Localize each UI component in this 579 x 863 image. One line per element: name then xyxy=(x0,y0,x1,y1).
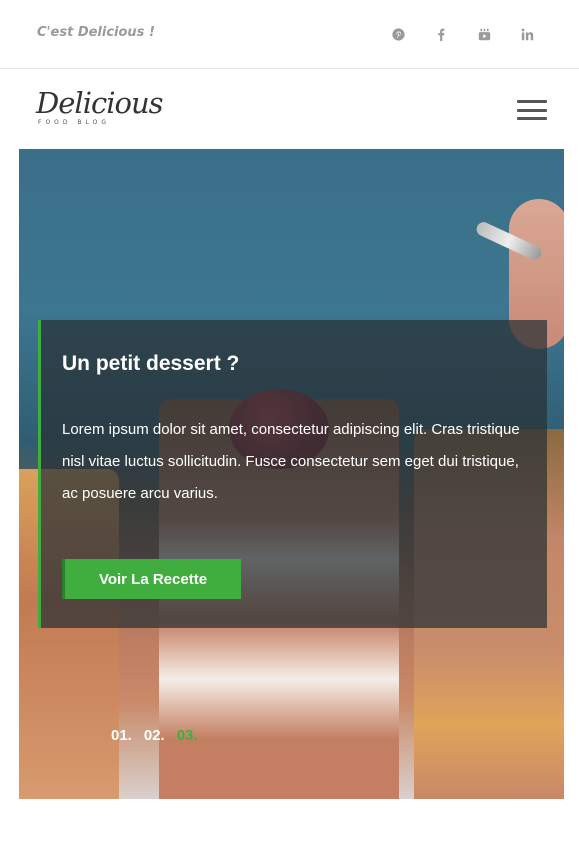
menu-icon-bar xyxy=(517,108,547,112)
logo[interactable]: Delicious FOOD BLOG xyxy=(36,87,163,126)
hero-slider: Un petit dessert ? Lorem ipsum dolor sit… xyxy=(19,149,564,799)
slide-title: Un petit dessert ? xyxy=(62,352,240,375)
menu-icon-bar xyxy=(517,100,547,103)
pager-item-1[interactable]: 01. xyxy=(111,727,132,744)
tagline: C'est Delicious ! xyxy=(37,25,155,40)
slide-text: Lorem ipsum dolor sit amet, consectetur … xyxy=(62,421,520,502)
site-header: Delicious FOOD BLOG xyxy=(0,70,579,149)
menu-icon-bar xyxy=(517,117,547,120)
logo-main-text: Delicious xyxy=(36,86,163,120)
pager-item-3[interactable]: 03. xyxy=(177,727,198,744)
menu-icon[interactable] xyxy=(517,100,547,120)
top-bar: C'est Delicious ! xyxy=(0,0,579,69)
view-recipe-button[interactable]: Voir La Recette xyxy=(62,559,241,599)
youtube-icon[interactable] xyxy=(463,24,506,44)
social-links xyxy=(377,24,549,44)
linkedin-icon[interactable] xyxy=(506,24,549,44)
slide-caption: Un petit dessert ? Lorem ipsum dolor sit… xyxy=(38,320,547,628)
facebook-icon[interactable] xyxy=(420,24,463,44)
pager-item-2[interactable]: 02. xyxy=(144,727,165,744)
slider-pager: 01. 02. 03. xyxy=(111,727,198,744)
pinterest-icon[interactable] xyxy=(377,24,420,44)
logo-sub-text: FOOD BLOG xyxy=(38,119,111,126)
